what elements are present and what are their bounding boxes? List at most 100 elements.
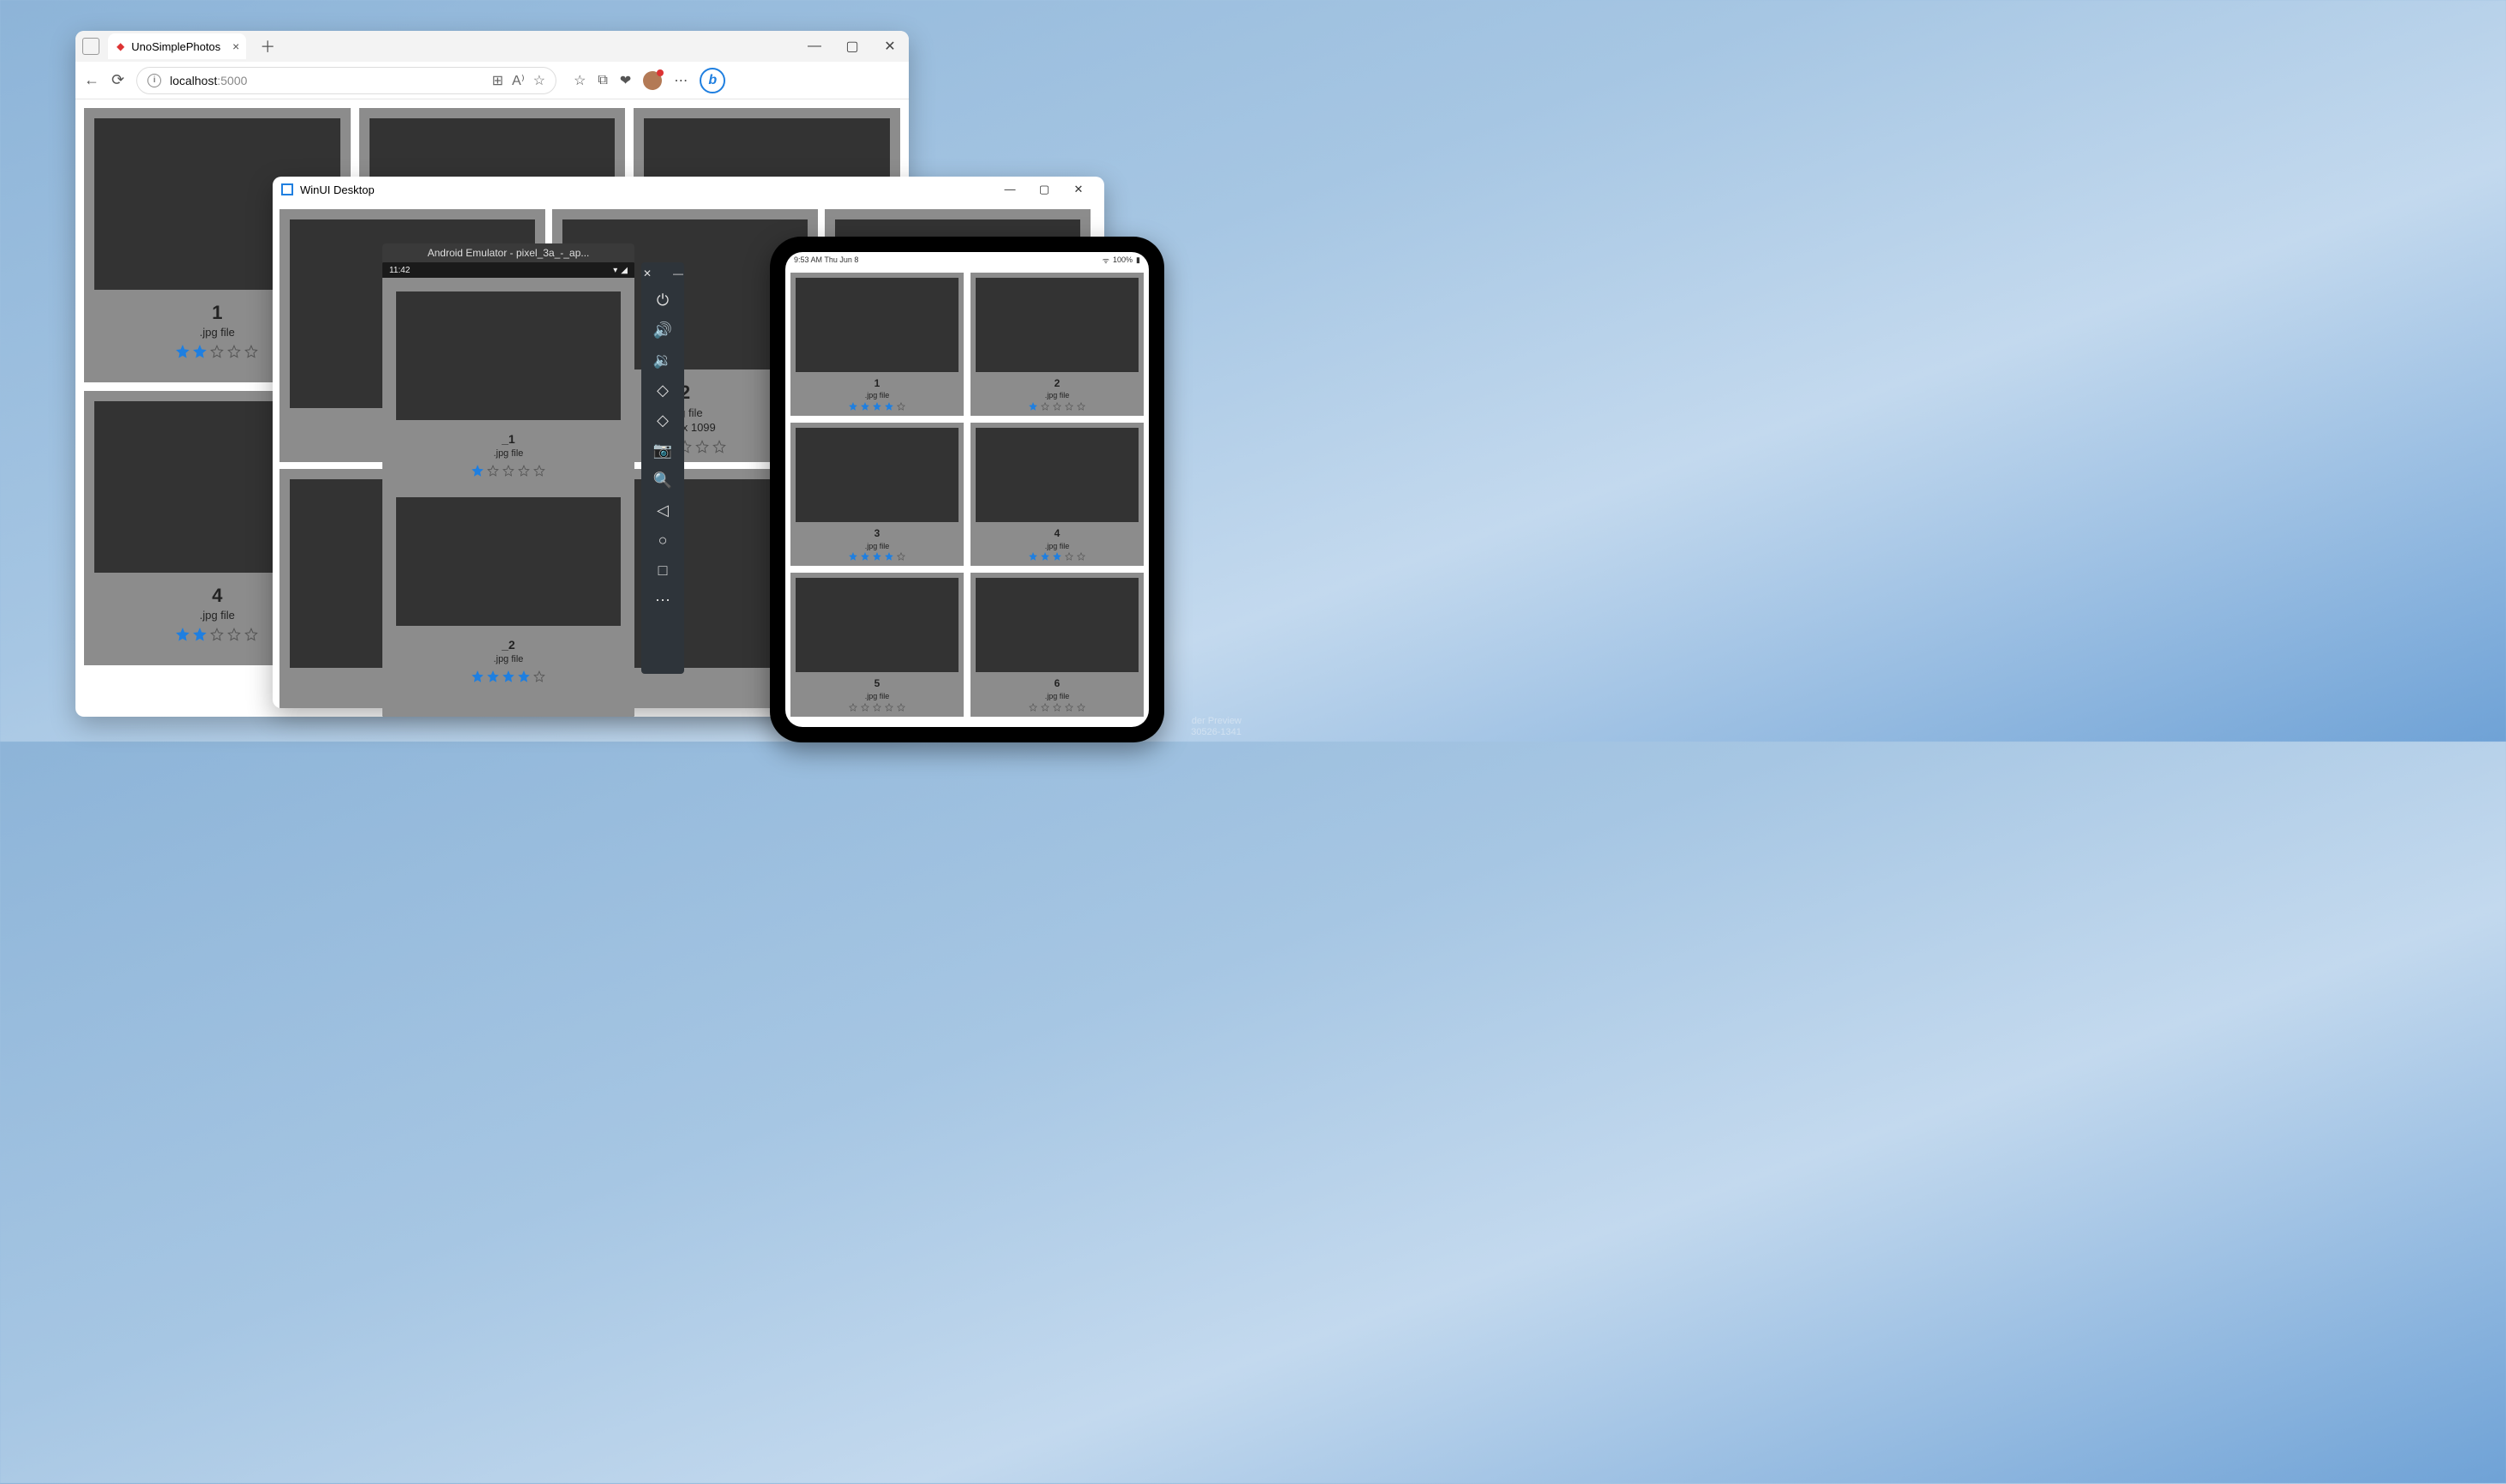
ipad-device: 9:53 AM Thu Jun 8 ᯤ 100% ▮ 1.jpg file 2.…	[770, 237, 1164, 742]
photo-thumbnail	[976, 578, 1139, 672]
windows-watermark: der Preview 30526-1341	[1191, 716, 1241, 738]
photo-title: 1	[200, 302, 235, 324]
volume-up-icon[interactable]: 🔊	[650, 321, 676, 339]
photo-tile[interactable]: 1.jpg file	[790, 273, 964, 416]
ipad-clock: 9:53 AM Thu Jun 8	[794, 255, 858, 264]
home-icon[interactable]: ○	[650, 532, 676, 550]
close-button[interactable]: ✕	[1061, 183, 1096, 196]
photo-filetype: .jpg file	[1045, 542, 1070, 551]
maximize-button[interactable]: ▢	[833, 31, 871, 62]
photo-thumbnail	[796, 578, 959, 672]
ipad-content[interactable]: 1.jpg file 2.jpg file 3 .jpg file 4.jpg f…	[785, 267, 1149, 722]
rotate-right-icon[interactable]: ◇	[650, 412, 676, 430]
rotate-left-icon[interactable]: ◇	[650, 382, 676, 400]
wifi-icon: ▾	[613, 266, 617, 275]
back-icon[interactable]: ←	[84, 71, 99, 89]
rating-stars[interactable]	[849, 402, 905, 411]
rating-stars[interactable]	[1029, 703, 1085, 712]
more-icon[interactable]: ⋯	[674, 72, 688, 89]
bing-icon[interactable]: b	[700, 68, 725, 93]
performance-icon[interactable]: ❤	[620, 72, 631, 89]
zoom-icon[interactable]: 🔍	[650, 472, 676, 490]
minimize-button[interactable]: —	[993, 183, 1027, 196]
photo-filetype: .jpg file	[865, 692, 890, 701]
photo-tile[interactable]: 3 .jpg file	[790, 423, 964, 566]
refresh-icon[interactable]: ⟳	[111, 71, 124, 89]
toolbar-actions: ☆ ⧉ ❤ ⋯ b	[574, 68, 725, 93]
camera-icon[interactable]: 📷	[650, 442, 676, 460]
android-content[interactable]: _1 .jpg file _2 .jpg file	[382, 278, 634, 717]
photo-filetype: .jpg file	[200, 326, 235, 339]
photo-tile[interactable]: _1 .jpg file	[389, 285, 628, 484]
power-icon[interactable]: ⏻	[650, 291, 676, 309]
maximize-button[interactable]: ▢	[1027, 183, 1061, 196]
photo-thumbnail	[796, 278, 959, 372]
photo-title: 4	[200, 585, 235, 607]
photo-title: 6	[1045, 677, 1070, 689]
photo-filetype: .jpg file	[865, 542, 890, 551]
tab-actions-button[interactable]	[82, 38, 99, 55]
more-icon[interactable]: ⋯	[650, 592, 676, 610]
tab-title: UnoSimplePhotos	[131, 40, 220, 53]
android-statusbar: 11:42 ▾ ◢	[382, 262, 634, 278]
photo-title: 5	[865, 677, 890, 689]
address-bar[interactable]: i localhost:5000 ⊞ A⁾ ☆	[136, 67, 556, 94]
photo-thumbnail	[396, 497, 621, 626]
url-host: localhost	[170, 74, 217, 87]
signal-icon: ◢	[621, 266, 628, 275]
photo-thumbnail	[976, 278, 1139, 372]
photo-filetype: .jpg file	[1045, 391, 1070, 400]
phone-frame: 11:42 ▾ ◢ _1 .jpg file _2 .jpg file	[382, 262, 634, 717]
rating-stars[interactable]	[849, 552, 905, 561]
photo-tile[interactable]: 5 .jpg file	[790, 573, 964, 716]
url-port: :5000	[217, 74, 247, 87]
photo-tile[interactable]: 2.jpg file	[971, 273, 1144, 416]
rating-stars[interactable]	[1029, 552, 1085, 561]
photo-filetype: .jpg file	[200, 609, 235, 622]
photo-title: _1	[494, 432, 524, 447]
emulator-titlebar[interactable]: Android Emulator - pixel_3a_-_ap...	[382, 243, 634, 262]
photo-tile[interactable]: _2 .jpg file	[389, 490, 628, 689]
battery-label: 100%	[1113, 255, 1133, 264]
back-icon[interactable]: ◁	[650, 502, 676, 520]
minimize-button[interactable]: —	[796, 31, 833, 62]
browser-tab[interactable]: ◆ UnoSimplePhotos ×	[108, 33, 246, 59]
photo-tile[interactable]: 4.jpg file	[971, 423, 1144, 566]
rating-stars[interactable]	[176, 345, 258, 358]
window-controls: — ▢ ✕	[796, 31, 909, 62]
android-emulator: Android Emulator - pixel_3a_-_ap... 11:4…	[382, 243, 688, 724]
photo-tile[interactable]: 6.jpg file	[971, 573, 1144, 716]
winui-title: WinUI Desktop	[300, 183, 375, 196]
rating-stars[interactable]	[472, 465, 545, 477]
winui-app-icon	[281, 183, 293, 195]
browser-titlebar: ◆ UnoSimplePhotos × ＋ — ▢ ✕	[75, 31, 909, 62]
ipad-statusbar: 9:53 AM Thu Jun 8 ᯤ 100% ▮	[785, 252, 1149, 267]
overview-icon[interactable]: □	[650, 562, 676, 580]
emulator-toolbar: ✕ — ⏻ 🔊 🔉 ◇ ◇ 📷 🔍 ◁ ○ □ ⋯	[641, 262, 684, 674]
rating-stars[interactable]	[472, 670, 545, 682]
new-tab-button[interactable]: ＋	[260, 35, 275, 57]
photo-filetype: .jpg file	[494, 654, 524, 665]
profile-avatar[interactable]	[643, 71, 662, 90]
browser-toolbar: ← ⟳ i localhost:5000 ⊞ A⁾ ☆ ☆ ⧉ ❤ ⋯ b	[75, 62, 909, 99]
rating-stars[interactable]	[1029, 402, 1085, 411]
close-tab-icon[interactable]: ×	[232, 39, 239, 53]
rating-stars[interactable]	[176, 628, 258, 641]
site-info-icon[interactable]: i	[147, 74, 161, 87]
extensions-icon[interactable]: ⊞	[492, 72, 503, 89]
read-aloud-icon[interactable]: A⁾	[512, 72, 525, 89]
collections-icon[interactable]: ⧉	[598, 73, 607, 88]
photo-title: 3	[865, 527, 890, 539]
ipad-screen: 9:53 AM Thu Jun 8 ᯤ 100% ▮ 1.jpg file 2.…	[785, 252, 1149, 727]
close-button[interactable]: ✕	[871, 31, 909, 62]
volume-down-icon[interactable]: 🔉	[650, 351, 676, 369]
emulator-title: Android Emulator - pixel_3a_-_ap...	[428, 247, 590, 259]
photo-thumbnail	[396, 291, 621, 420]
photo-title: _2	[494, 638, 524, 652]
favorites-icon[interactable]: ☆	[574, 72, 586, 89]
emu-close-button[interactable]: ✕	[634, 267, 660, 279]
winui-titlebar: WinUI Desktop — ▢ ✕	[273, 177, 1104, 202]
emu-minimize-button[interactable]: —	[665, 267, 691, 279]
favorite-icon[interactable]: ☆	[533, 72, 545, 89]
rating-stars[interactable]	[849, 703, 905, 712]
